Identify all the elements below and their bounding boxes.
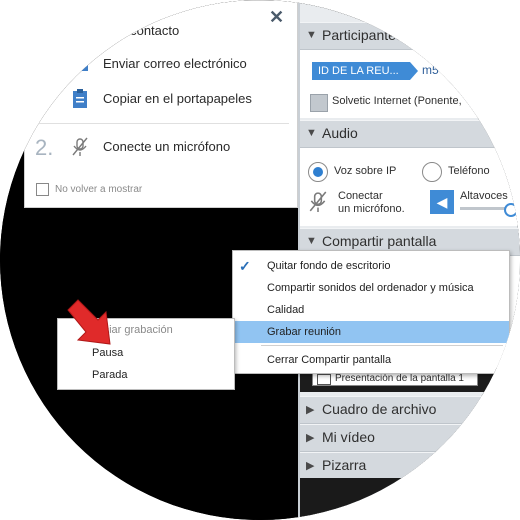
invite-popup: Invitar un contacto Enviar correo electr… bbox=[24, 0, 298, 208]
checkmark-icon: ✓ bbox=[239, 258, 251, 274]
menu-item-remove-wallpaper[interactable]: ✓ Quitar fondo de escritorio bbox=[233, 255, 509, 277]
voip-radio[interactable] bbox=[308, 162, 328, 182]
menu-item-label: Cerrar Compartir pantalla bbox=[267, 354, 392, 366]
speakers-label: Altavoces bbox=[460, 190, 508, 202]
share-context-menu: ✓ Quitar fondo de escritorio Compartir s… bbox=[232, 250, 510, 374]
menu-item-record-meeting[interactable]: Grabar reunión bbox=[233, 321, 509, 343]
section-audio[interactable]: ▼ Audio bbox=[300, 120, 520, 148]
close-icon[interactable]: ✕ bbox=[269, 7, 284, 28]
speaker-icon[interactable]: ◀ bbox=[430, 190, 454, 214]
menu-item-label: Grabar reunión bbox=[267, 326, 341, 338]
menu-item-label: Calidad bbox=[267, 304, 305, 316]
menu-divider bbox=[261, 345, 503, 346]
expand-triangle-icon: ▶ bbox=[306, 460, 315, 472]
section-file-box[interactable]: ▶ Cuadro de archivo bbox=[300, 396, 520, 424]
meeting-id-tag-arrow bbox=[410, 62, 418, 80]
expand-triangle-icon: ▶ bbox=[306, 432, 315, 444]
slider-knob[interactable] bbox=[504, 203, 518, 217]
connect-mic-line1[interactable]: Conectar bbox=[338, 190, 383, 202]
section-label: Mi vídeo bbox=[322, 429, 375, 445]
connect-mic-item[interactable]: Conecte un micrófono bbox=[103, 139, 230, 154]
step-number: 2. bbox=[35, 135, 54, 160]
red-arrow-annotation bbox=[67, 299, 111, 345]
audio-body bbox=[300, 148, 520, 226]
connect-mic-line2[interactable]: un micrófono. bbox=[338, 203, 405, 215]
menu-item-share-sounds[interactable]: Compartir sonidos del ordenador y música bbox=[233, 277, 509, 299]
user-avatar-icon bbox=[310, 94, 328, 112]
participants-body bbox=[300, 50, 520, 118]
section-label: Participantes bbox=[322, 27, 403, 43]
invite-contact-item[interactable]: Invitar un contacto bbox=[73, 23, 179, 38]
meeting-id-value: m5 bbox=[422, 63, 439, 77]
circular-frame: Invitar un contacto Enviar correo electr… bbox=[0, 0, 520, 520]
section-label: Cuadro de archivo bbox=[322, 401, 437, 417]
section-label: Compartir pantalla bbox=[322, 233, 437, 249]
stop-item[interactable]: Parada bbox=[92, 369, 127, 381]
clipboard-icon bbox=[73, 89, 87, 108]
phone-label: Teléfono bbox=[448, 165, 490, 177]
monitor-icon bbox=[317, 374, 331, 385]
section-label: Pizarra bbox=[322, 457, 367, 473]
voip-label: Voz sobre IP bbox=[334, 165, 397, 177]
menu-item-label: Quitar fondo de escritorio bbox=[267, 260, 391, 272]
collapse-triangle-icon: ▼ bbox=[306, 29, 317, 41]
menu-item-quality[interactable]: Calidad bbox=[233, 299, 509, 321]
participant-name[interactable]: Solvetic Internet (Ponente, bbox=[332, 95, 462, 107]
app-background: Invitar un contacto Enviar correo electr… bbox=[0, 0, 520, 520]
divider bbox=[33, 123, 289, 124]
email-icon bbox=[71, 58, 89, 71]
copy-clipboard-item[interactable]: Copiar en el portapapeles bbox=[103, 91, 252, 106]
collapse-triangle-icon: ▼ bbox=[306, 235, 317, 247]
menu-item-label: Compartir sonidos del ordenador y música bbox=[267, 282, 474, 294]
menu-item-close-share[interactable]: Cerrar Compartir pantalla bbox=[233, 349, 509, 371]
speaker-volume-slider[interactable] bbox=[460, 207, 510, 210]
section-my-video[interactable]: ▶ Mi vídeo bbox=[300, 424, 520, 452]
section-label: Audio bbox=[322, 125, 358, 141]
collapse-triangle-icon: ▼ bbox=[306, 127, 317, 139]
panel-bottom bbox=[300, 478, 520, 520]
expand-triangle-icon: ▶ bbox=[306, 404, 315, 416]
microphone-muted-icon bbox=[72, 137, 88, 156]
dont-show-checkbox[interactable] bbox=[36, 183, 49, 196]
dont-show-label: No volver a mostrar bbox=[55, 184, 143, 195]
meeting-id-tag[interactable]: ID DE LA REU... bbox=[312, 62, 410, 80]
share-select-value: Presentación de la pantalla 1 bbox=[335, 373, 464, 384]
phone-radio[interactable] bbox=[422, 162, 442, 182]
send-email-item[interactable]: Enviar correo electrónico bbox=[103, 56, 247, 71]
microphone-muted-icon bbox=[309, 191, 327, 212]
section-whiteboard[interactable]: ▶ Pizarra bbox=[300, 452, 520, 480]
section-participants[interactable]: ▼ Participantes bbox=[300, 22, 520, 50]
